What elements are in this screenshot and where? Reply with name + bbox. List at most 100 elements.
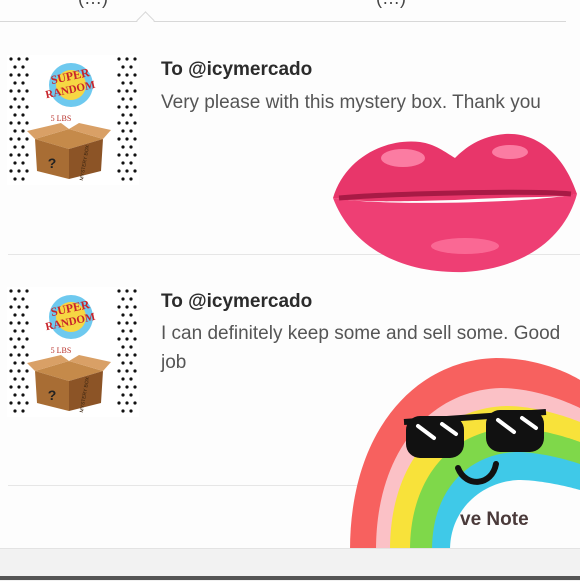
polka-dot — [125, 289, 129, 293]
review-text: Very please with this mystery box. Thank… — [161, 92, 541, 113]
polka-dot — [121, 97, 125, 101]
review-recipient[interactable]: To @icymercado — [161, 59, 312, 81]
polka-dot — [25, 121, 29, 125]
polka-dot — [117, 169, 121, 173]
cardboard-box-icon: ? MYSTERY BOX — [27, 355, 111, 413]
polka-dot — [121, 377, 125, 381]
polka-dot — [129, 113, 133, 117]
thumbnail-weight: 5 LBS — [51, 114, 72, 123]
polka-dot — [117, 137, 121, 141]
tab-other[interactable]: (…) — [376, 0, 406, 9]
polka-dot — [133, 353, 137, 357]
polka-dot — [21, 65, 25, 69]
polka-dot — [133, 321, 137, 325]
polka-dot — [129, 161, 133, 165]
polka-dot — [117, 105, 121, 109]
cardboard-box-icon: ? MYSTERY BOX — [27, 123, 111, 181]
review-recipient[interactable]: To @icymercado — [161, 291, 312, 313]
polka-dot — [133, 369, 137, 373]
polka-dot — [17, 169, 21, 173]
polka-dot — [17, 105, 21, 109]
polka-dot — [125, 385, 129, 389]
polka-dot — [25, 89, 29, 93]
polka-dot — [133, 121, 137, 125]
polka-dot — [9, 169, 13, 173]
polka-dot — [121, 145, 125, 149]
polka-dot — [117, 337, 121, 341]
polka-dot — [17, 305, 21, 309]
polka-dot — [125, 137, 129, 141]
polka-dot — [133, 153, 137, 157]
polka-dot — [117, 401, 121, 405]
polka-dot — [125, 337, 129, 341]
polka-dot — [117, 305, 121, 309]
polka-dot — [13, 361, 17, 365]
polka-dot — [17, 121, 21, 125]
polka-dot — [133, 57, 137, 61]
polka-dot — [133, 73, 137, 77]
polka-dot — [129, 145, 133, 149]
starburst-logo: SUPER RANDOM — [44, 63, 97, 107]
polka-dot — [125, 105, 129, 109]
polka-dot — [129, 65, 133, 69]
polka-dot — [21, 113, 25, 117]
rainbow-sunglasses-sticker-icon: ve Note — [346, 350, 580, 555]
polka-dot — [9, 337, 13, 341]
polka-dot — [121, 345, 125, 349]
polka-dot — [133, 105, 137, 109]
polka-dot — [9, 89, 13, 93]
polka-dot — [117, 353, 121, 357]
polka-dot — [13, 129, 17, 133]
polka-dot — [9, 153, 13, 157]
polka-dot — [121, 161, 125, 165]
polka-dot — [125, 353, 129, 357]
polka-dot — [17, 337, 21, 341]
polka-dot — [13, 113, 17, 117]
polka-dot — [129, 345, 133, 349]
polka-dot — [117, 321, 121, 325]
polka-dot — [121, 129, 125, 133]
polka-dot — [121, 409, 125, 413]
polka-dot — [17, 153, 21, 157]
polka-dot — [17, 401, 21, 405]
polka-dot — [17, 89, 21, 93]
tab-bar: (…) (…) — [0, 0, 580, 22]
polka-dot — [13, 377, 17, 381]
polka-dot — [133, 385, 137, 389]
polka-dot — [21, 313, 25, 317]
box-question-mark: ? — [48, 155, 57, 171]
box-question-mark: ? — [48, 387, 57, 403]
polka-dot — [9, 385, 13, 389]
polka-dot — [133, 289, 137, 293]
polka-dot — [125, 73, 129, 77]
polka-dot — [117, 153, 121, 157]
polka-dot — [13, 297, 17, 301]
polka-dot — [129, 313, 133, 317]
active-tab-indicator — [136, 11, 155, 22]
polka-dot — [25, 169, 29, 173]
polka-dot — [13, 177, 17, 181]
product-thumbnail[interactable]: SUPER RANDOM 5 LBS ? MYSTERY BOX — [7, 287, 139, 417]
polka-dot — [129, 393, 133, 397]
polka-dot — [129, 377, 133, 381]
polka-dot — [121, 393, 125, 397]
polka-dot — [117, 73, 121, 77]
polka-dot — [129, 361, 133, 365]
polka-dot — [21, 393, 25, 397]
polka-dot — [21, 345, 25, 349]
polka-dot — [125, 89, 129, 93]
polka-dot — [13, 161, 17, 165]
polka-dot — [17, 385, 21, 389]
thumbnail-weight: 5 LBS — [51, 346, 72, 355]
polka-dot — [121, 313, 125, 317]
product-thumbnail[interactable]: SUPER RANDOM 5 LBS ? MYSTERY BOX — [7, 55, 139, 185]
polka-dot — [129, 329, 133, 333]
polka-dot — [21, 129, 25, 133]
sticker-caption: ve Note — [460, 509, 529, 530]
polka-dot — [125, 401, 129, 405]
tab-reviews[interactable]: (…) — [78, 0, 108, 9]
polka-dot — [13, 409, 17, 413]
polka-dot — [9, 73, 13, 77]
polka-dot — [129, 177, 133, 181]
polka-dot — [25, 321, 29, 325]
